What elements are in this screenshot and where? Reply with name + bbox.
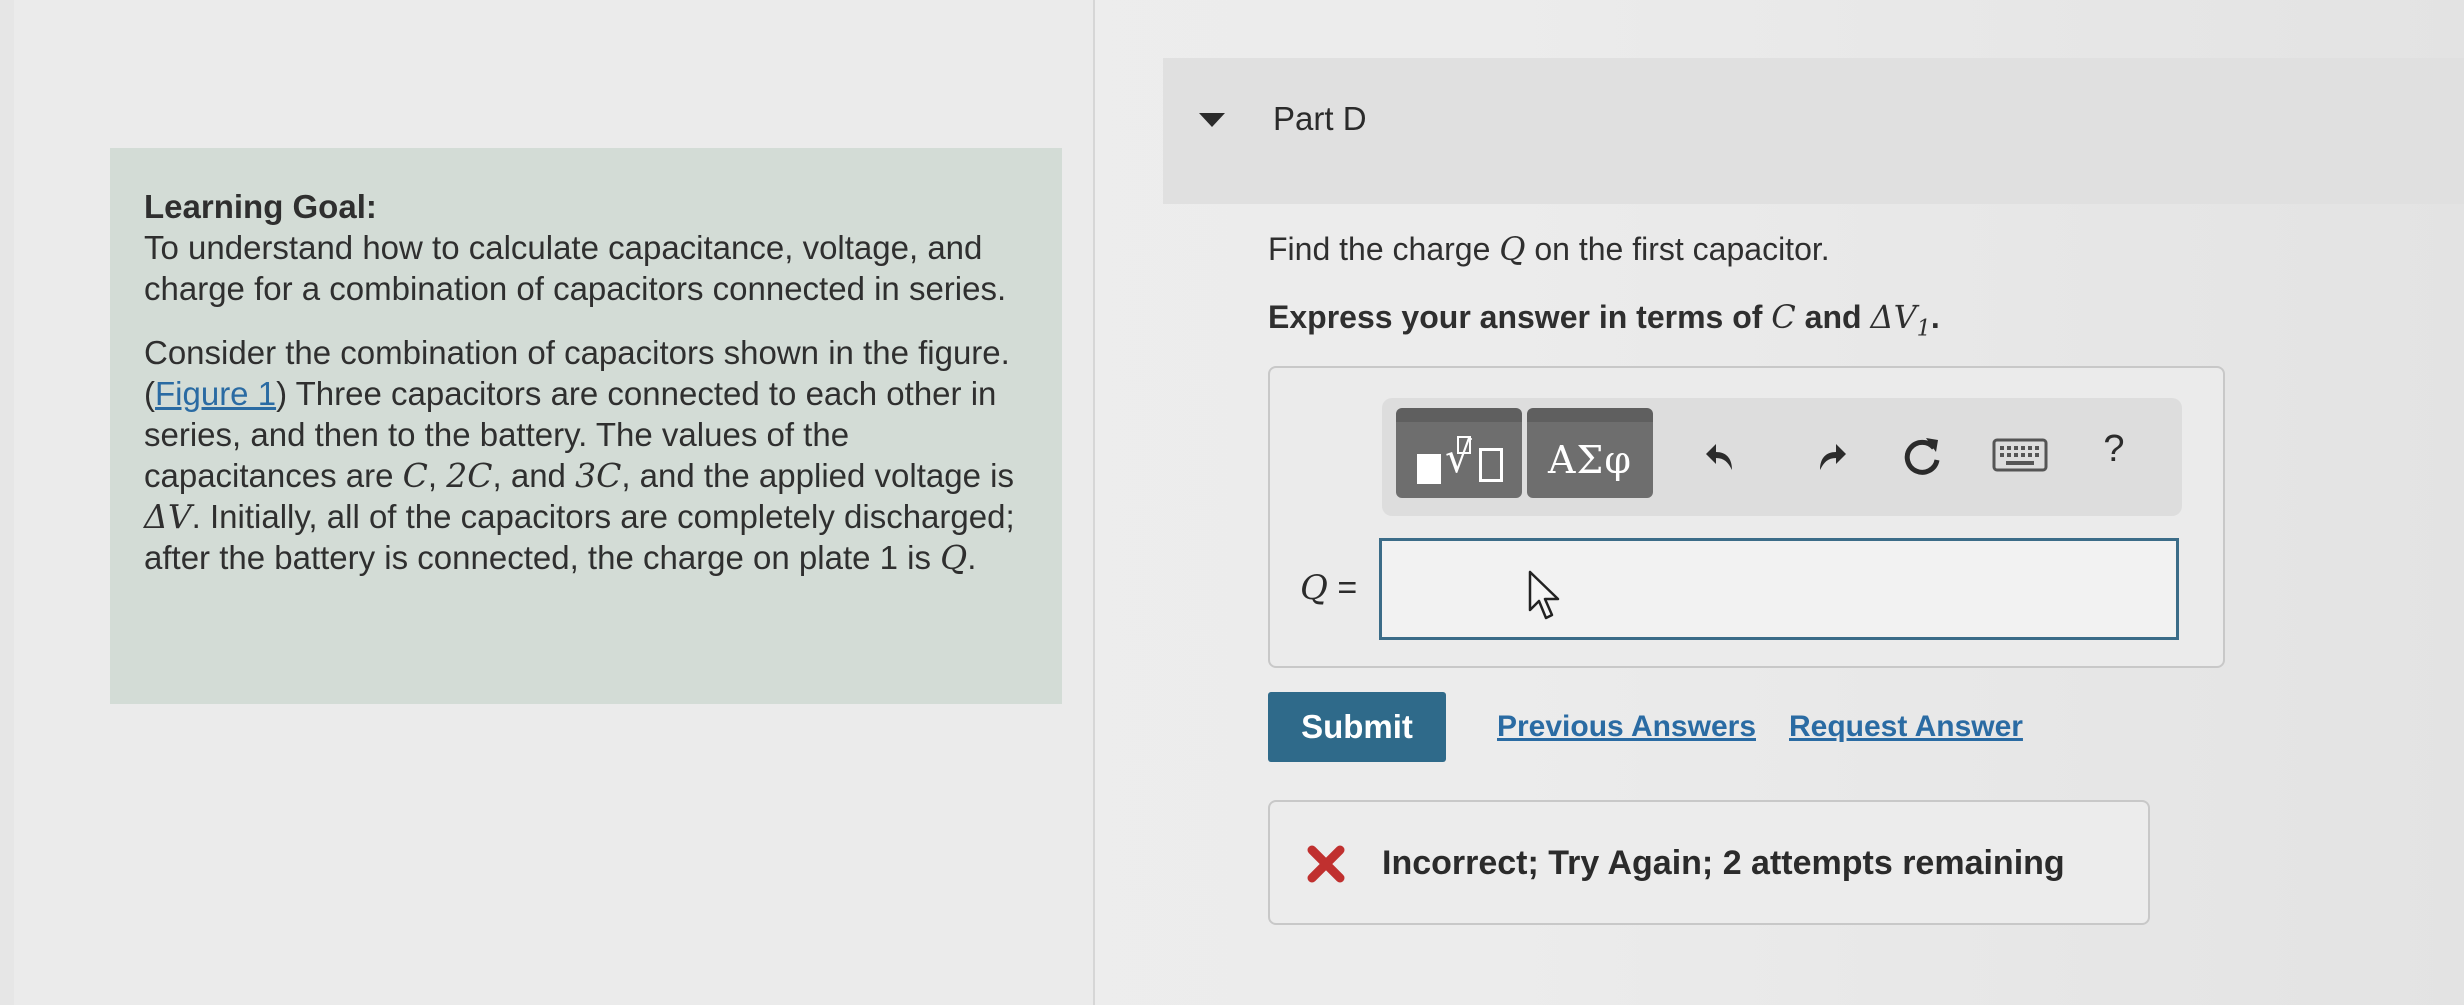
part-d-header[interactable]: Part D — [1163, 58, 2464, 204]
instruction-var2: ΔV — [1870, 298, 1917, 336]
description-text: , and — [492, 457, 576, 494]
templates-button[interactable]: √ — [1396, 408, 1522, 498]
learning-goal-intro: Learning Goal: To understand how to calc… — [144, 186, 1028, 309]
question-suffix: on the first capacitor. — [1525, 231, 1830, 267]
request-answer-link[interactable]: Request Answer — [1789, 710, 2023, 744]
instruction-suffix: . — [1930, 299, 1940, 335]
question-text: Find the charge Q on the first capacitor… — [1268, 230, 1830, 268]
math-toolbar: √ ΑΣφ ? — [1382, 398, 2182, 516]
instruction-mid: and — [1795, 299, 1871, 335]
capacitance-2c: 2C — [446, 456, 493, 495]
answer-label-eq: = — [1327, 569, 1358, 607]
instruction-prefix: Express your answer in terms of — [1268, 299, 1772, 335]
submit-button[interactable]: Submit — [1268, 692, 1446, 762]
question-var: Q — [1499, 230, 1526, 268]
answer-label-var: Q — [1300, 568, 1328, 608]
voltage-delta-v: ΔV — [144, 497, 192, 536]
charge-q: Q — [940, 538, 968, 577]
templates-icon: √ — [1409, 433, 1509, 484]
redo-icon[interactable] — [1802, 432, 1850, 480]
previous-answers-link[interactable]: Previous Answers — [1497, 710, 1756, 744]
instruction-var2-sub: 1 — [1916, 315, 1931, 342]
help-button[interactable]: ? — [2094, 428, 2134, 476]
greek-symbols-button[interactable]: ΑΣφ — [1527, 408, 1653, 498]
description-text: . — [967, 539, 977, 576]
page: Learning Goal: To understand how to calc… — [0, 0, 2464, 1005]
feedback-box: Incorrect; Try Again; 2 attempts remaini… — [1268, 800, 2150, 925]
capacitance-c: C — [402, 456, 428, 495]
instruction-text: Express your answer in terms of C and ΔV… — [1268, 298, 1940, 341]
learning-goal-box: Learning Goal: To understand how to calc… — [110, 148, 1062, 704]
answer-label: Q = — [1300, 568, 1357, 608]
question-prefix: Find the charge — [1268, 231, 1500, 267]
column-divider — [1093, 0, 1095, 1005]
figure-1-link[interactable]: Figure 1 — [155, 375, 276, 412]
learning-goal-title: Learning Goal: — [144, 188, 377, 225]
instruction-var-c: C — [1771, 298, 1796, 336]
description-text: , — [427, 457, 447, 494]
feedback-text: Incorrect; Try Again; 2 attempts remaini… — [1382, 844, 2065, 882]
answer-input[interactable] — [1379, 538, 2179, 640]
instruction-var-dv1: ΔV1 — [1870, 298, 1930, 341]
description-text: , and the applied voltage is — [621, 457, 1014, 494]
description-text: . Initially, all of the capacitors are c… — [144, 498, 1015, 576]
collapse-caret-icon[interactable] — [1199, 113, 1225, 127]
problem-description: Consider the combination of capacitors s… — [144, 332, 1028, 578]
keyboard-icon[interactable] — [1992, 438, 2048, 472]
part-title: Part D — [1273, 100, 1367, 137]
learning-goal-text: To understand how to calculate capacitan… — [144, 229, 1007, 307]
incorrect-x-icon — [1307, 845, 1345, 883]
capacitance-3c: 3C — [575, 456, 622, 495]
answer-panel: √ ΑΣφ ? Q = — [1268, 366, 2225, 668]
reset-icon[interactable] — [1898, 432, 1946, 480]
undo-icon[interactable] — [1702, 432, 1750, 480]
